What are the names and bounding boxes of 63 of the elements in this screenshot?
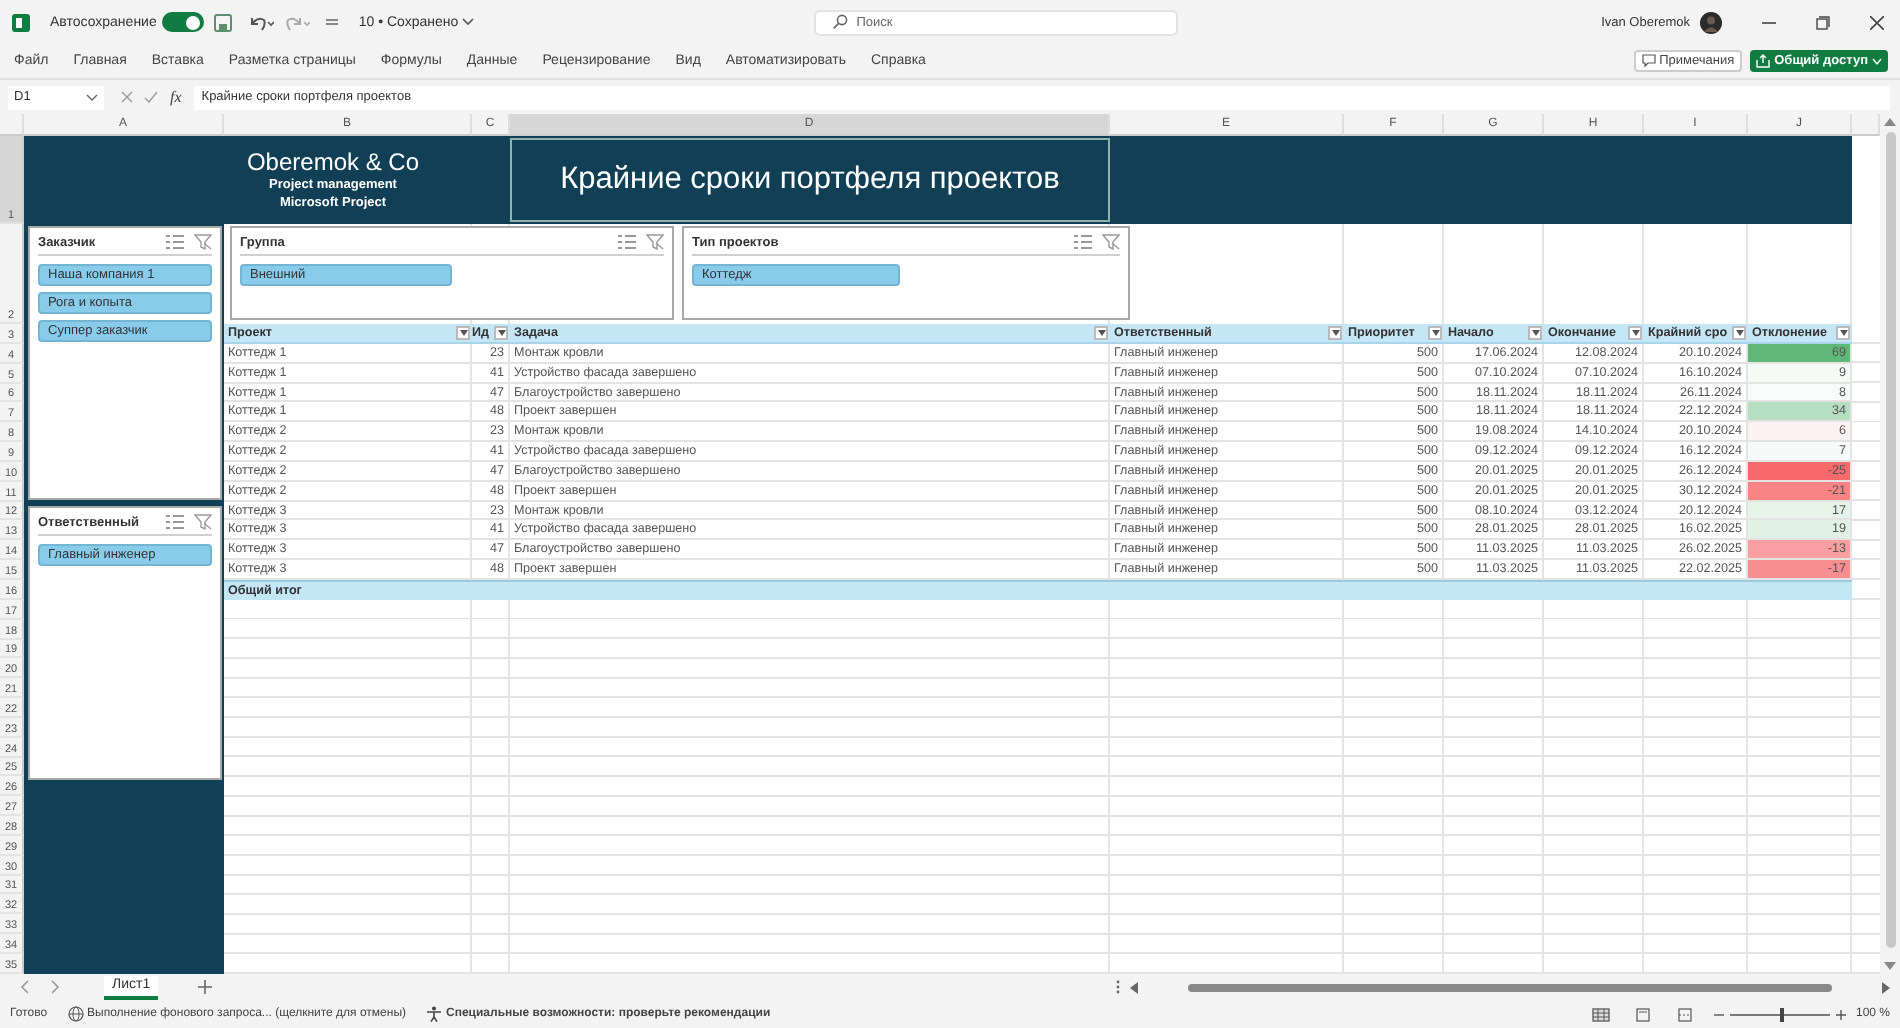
share-icon <box>1756 54 1771 68</box>
spreadsheet-grid[interactable] <box>0 114 1880 974</box>
scroll-up-icon[interactable] <box>1884 118 1896 126</box>
horizontal-scrollbar[interactable] <box>1130 981 1890 993</box>
caret-icon <box>1872 57 1882 65</box>
previous-sheet-icon[interactable] <box>20 980 30 994</box>
spreadsheet-logo-icon <box>12 13 30 31</box>
caret-icon <box>1735 329 1743 336</box>
caret-icon <box>1097 329 1105 336</box>
avatar-icon[interactable] <box>1700 11 1722 33</box>
multi-select-icon[interactable] <box>1074 234 1092 250</box>
vertical-scrollbar[interactable] <box>1880 114 1900 974</box>
caret-icon <box>497 329 505 336</box>
undo-icon[interactable] <box>248 13 275 31</box>
filter-dropdown[interactable] <box>494 325 508 340</box>
scroll-right-icon[interactable] <box>1882 981 1890 993</box>
filter-dropdown[interactable] <box>1628 325 1642 340</box>
comment-icon <box>1641 54 1656 68</box>
autosave-toggle[interactable] <box>162 12 205 32</box>
zoom-in-icon[interactable] <box>1835 1009 1846 1019</box>
caret-icon <box>1839 329 1847 336</box>
filter-dropdown[interactable] <box>1328 325 1342 340</box>
chevron-down-icon[interactable] <box>462 18 475 26</box>
zoom-out-icon[interactable] <box>1713 1009 1724 1019</box>
caret-icon <box>459 329 467 336</box>
filter-dropdown[interactable] <box>1836 325 1850 340</box>
page-break-icon[interactable] <box>1675 1007 1694 1021</box>
page-layout-icon[interactable] <box>1633 1007 1652 1021</box>
customize-toolbar-icon[interactable] <box>326 16 339 28</box>
scroll-left-icon[interactable] <box>1130 981 1138 993</box>
filter-dropdown[interactable] <box>1094 325 1108 340</box>
caret-icon <box>86 93 98 101</box>
multi-select-icon[interactable] <box>166 234 184 250</box>
filter-dropdown[interactable] <box>456 325 470 340</box>
caret-icon <box>1331 329 1339 336</box>
caret-icon <box>1631 329 1639 336</box>
company-name: Oberemok & Co <box>246 148 420 176</box>
clear-filter-icon[interactable] <box>194 234 212 250</box>
filter-dropdown[interactable] <box>1528 325 1542 340</box>
multi-select-icon[interactable] <box>166 514 184 530</box>
globe-icon <box>67 1006 84 1022</box>
clear-filter-icon[interactable] <box>1102 234 1120 250</box>
column-heading-cell <box>1852 114 1880 136</box>
report-title[interactable]: Крайние сроки портфеля проектов <box>510 138 1110 222</box>
search-icon <box>832 14 849 30</box>
clear-filter-icon[interactable] <box>194 514 212 530</box>
insert-function-button[interactable]: fx <box>170 88 182 106</box>
multi-select-icon[interactable] <box>618 234 636 250</box>
save-icon[interactable] <box>214 13 233 31</box>
cancel-icon[interactable] <box>120 90 134 104</box>
caret-icon <box>1531 329 1539 336</box>
close-icon[interactable] <box>1870 15 1884 29</box>
filter-dropdown[interactable] <box>1732 325 1746 340</box>
clear-filter-icon[interactable] <box>646 234 664 250</box>
restore-icon[interactable] <box>1816 15 1830 29</box>
filter-dropdown[interactable] <box>1428 325 1442 340</box>
check-icon[interactable] <box>144 90 158 104</box>
normal-view-icon[interactable] <box>1591 1007 1610 1021</box>
add-sheet-icon[interactable] <box>198 980 213 994</box>
next-sheet-icon[interactable] <box>50 980 60 994</box>
accessibility-icon[interactable] <box>426 1006 443 1022</box>
caret-icon <box>1431 329 1439 336</box>
scroll-down-icon[interactable] <box>1884 962 1896 970</box>
